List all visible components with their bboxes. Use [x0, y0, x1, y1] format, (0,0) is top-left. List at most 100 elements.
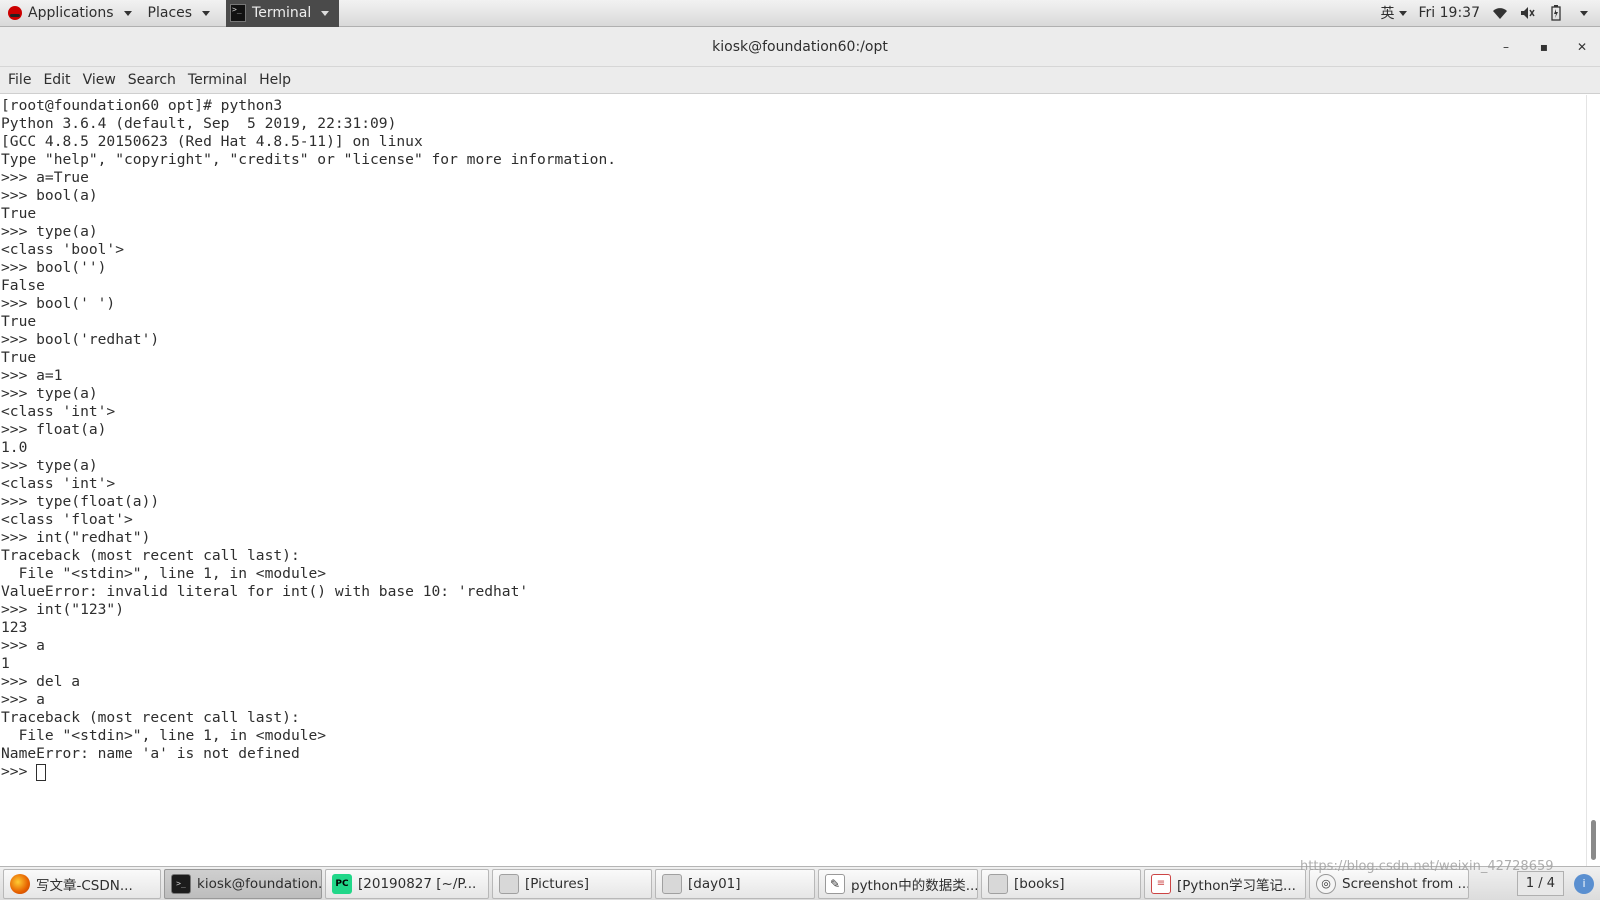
terminal-line: >>> bool('redhat'): [1, 331, 160, 348]
taskbar: 写文章-CSDN... >_ kiosk@foundation... PC [20190…: [0, 866, 1600, 900]
menu-search[interactable]: Search: [122, 67, 182, 94]
active-app-menu[interactable]: >_ Terminal: [226, 0, 340, 27]
text-cursor: [36, 763, 47, 781]
redhat-logo-icon: [8, 6, 22, 20]
taskbar-button[interactable]: [Pictures]: [492, 868, 652, 899]
chevron-down-icon: [202, 10, 211, 16]
close-button[interactable]: ✕: [1574, 39, 1590, 55]
terminal-line: 123: [1, 619, 28, 636]
terminal-line: File "<stdin>", line 1, in <module>: [1, 565, 327, 582]
terminal-line: True: [1, 349, 37, 366]
menu-bar: File Edit View Search Terminal Help: [0, 67, 1600, 94]
terminal-line: >>> bool(a): [1, 187, 98, 204]
taskbar-button-label: 写文章-CSDN...: [36, 877, 133, 894]
terminal-line: >>> int("123"): [1, 601, 125, 618]
minimize-button[interactable]: –: [1498, 39, 1514, 55]
terminal-line: NameError: name 'a' is not defined: [1, 745, 300, 762]
clock[interactable]: Fri 19:37: [1419, 5, 1480, 21]
taskbar-button-label: python中的数据类...: [851, 877, 978, 894]
terminal-line: >>> a=1: [1, 367, 63, 384]
taskbar-button-label: [Python学习笔记...: [1177, 877, 1296, 894]
applications-menu[interactable]: Applications: [0, 0, 140, 27]
firefox-icon: [10, 873, 30, 894]
notification-icon[interactable]: i: [1574, 873, 1594, 894]
terminal-line: >>> a=True: [1, 169, 89, 186]
screenshot-icon: ◎: [1316, 873, 1336, 894]
terminal-line: <class 'int'>: [1, 475, 116, 492]
terminal-line: True: [1, 205, 37, 222]
menu-help[interactable]: Help: [253, 67, 297, 94]
folder-icon: [499, 873, 519, 894]
terminal-line: File "<stdin>", line 1, in <module>: [1, 727, 327, 744]
taskbar-button-label: [Pictures]: [525, 875, 589, 892]
terminal-line: [GCC 4.8.5 20150623 (Red Hat 4.8.5-11)] …: [1, 133, 423, 150]
taskbar-button-label: kiosk@foundation...: [197, 875, 322, 892]
places-menu[interactable]: Places: [140, 0, 219, 27]
terminal-line: >>> type(a): [1, 223, 98, 240]
terminal-line: Traceback (most recent call last):: [1, 547, 300, 564]
terminal-lines: [root@foundation60 opt]# python3 Python 3…: [0, 95, 1586, 781]
terminal-line: [root@foundation60 opt]# python3: [1, 97, 283, 114]
taskbar-button[interactable]: [books]: [981, 868, 1141, 899]
taskbar-button[interactable]: ≡ [Python学习笔记...: [1144, 868, 1306, 899]
current-prompt: >>>: [1, 763, 37, 780]
terminal-line: <class 'bool'>: [1, 241, 125, 258]
workspace-switcher[interactable]: 1 / 4 i: [1516, 871, 1594, 896]
terminal-line: >>> float(a): [1, 421, 107, 438]
terminal-line: <class 'float'>: [1, 511, 133, 528]
terminal-icon: >_: [171, 873, 191, 894]
folder-icon: [988, 873, 1008, 894]
terminal-output[interactable]: [root@foundation60 opt]# python3 Python 3…: [0, 95, 1586, 866]
terminal-line: True: [1, 313, 37, 330]
system-menu-chevron-icon[interactable]: [1580, 10, 1588, 16]
workspace-indicator[interactable]: 1 / 4: [1516, 871, 1564, 896]
document-icon: ≡: [1151, 873, 1171, 894]
terminal-line: >>> bool(''): [1, 259, 107, 276]
taskbar-button[interactable]: PC [20190827 [~/P...: [325, 868, 489, 899]
scrollbar-thumb[interactable]: [1591, 820, 1596, 860]
chevron-down-icon: [321, 10, 330, 16]
battery-icon[interactable]: [1548, 5, 1564, 21]
terminal-line: 1: [1, 655, 10, 672]
window-title-bar[interactable]: kiosk@foundation60:/opt – ▪ ✕: [0, 27, 1600, 67]
taskbar-button[interactable]: 写文章-CSDN...: [3, 868, 161, 899]
terminal-line: Type "help", "copyright", "credits" or "…: [1, 151, 617, 168]
terminal-line: ValueError: invalid literal for int() wi…: [1, 583, 529, 600]
taskbar-button-label: [20190827 [~/P...: [358, 875, 477, 892]
taskbar-button-label: Screenshot from ...: [1342, 875, 1469, 892]
terminal-line: >>> bool(' '): [1, 295, 116, 312]
window-title: kiosk@foundation60:/opt: [712, 38, 888, 55]
applications-label: Applications: [28, 5, 114, 21]
current-prompt-line[interactable]: >>>: [1, 763, 1586, 781]
maximize-button[interactable]: ▪: [1536, 39, 1552, 55]
top-panel: Applications Places >_ Terminal 英 Fri 19…: [0, 0, 1600, 27]
pycharm-icon: PC: [332, 873, 352, 894]
terminal-line: >>> type(a): [1, 457, 98, 474]
input-method-menu[interactable]: 英: [1381, 3, 1407, 23]
system-tray: 英 Fri 19:37: [1381, 3, 1600, 23]
menu-terminal[interactable]: Terminal: [182, 67, 253, 94]
folder-icon: [662, 873, 682, 894]
chevron-down-icon: [1398, 10, 1407, 16]
menu-edit[interactable]: Edit: [37, 67, 76, 94]
taskbar-button[interactable]: ✎ python中的数据类...: [818, 868, 978, 899]
taskbar-button[interactable]: [day01]: [655, 868, 815, 899]
chevron-down-icon: [123, 10, 132, 16]
taskbar-button-label: [day01]: [688, 875, 741, 892]
wifi-icon[interactable]: [1492, 5, 1508, 21]
taskbar-button[interactable]: >_ kiosk@foundation...: [164, 868, 322, 899]
text-editor-icon: ✎: [825, 873, 845, 894]
taskbar-button[interactable]: ◎ Screenshot from ...: [1309, 868, 1469, 899]
terminal-line: 1.0: [1, 439, 28, 456]
taskbar-button-label: [books]: [1014, 875, 1065, 892]
terminal-line: Traceback (most recent call last):: [1, 709, 300, 726]
terminal-line: <class 'int'>: [1, 403, 116, 420]
terminal-line: >>> type(a): [1, 385, 98, 402]
menu-file[interactable]: File: [2, 67, 37, 94]
input-method-label: 英: [1380, 6, 1395, 22]
volume-icon[interactable]: [1520, 5, 1536, 21]
terminal-scrollbar[interactable]: [1586, 95, 1600, 866]
places-label: Places: [147, 5, 193, 21]
task-list: 写文章-CSDN... >_ kiosk@foundation... PC [20190…: [0, 868, 1469, 899]
menu-view[interactable]: View: [77, 67, 122, 94]
